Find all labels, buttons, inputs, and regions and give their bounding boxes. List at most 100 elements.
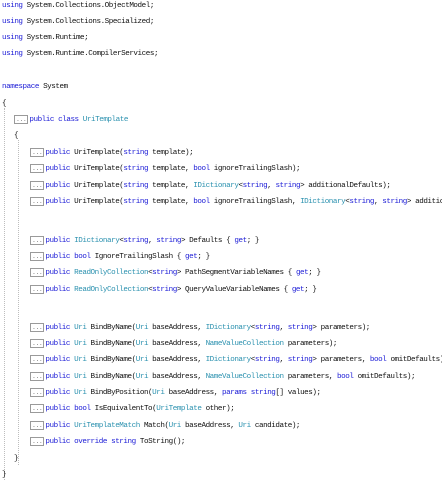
code-line: using System.Runtime; xyxy=(2,33,89,44)
keyword-token: public xyxy=(45,356,71,364)
keyword-token: namespace xyxy=(2,83,39,91)
keyword-token: bool xyxy=(74,253,91,261)
collapse-marker-icon[interactable]: ... xyxy=(30,372,45,381)
code-line: ... public Uri BindByName(Uri baseAddress… xyxy=(30,323,370,334)
code-line: using System.Runtime.CompilerServices; xyxy=(2,49,159,60)
keyword-token: public xyxy=(45,405,71,413)
code-token: UriTemplate( xyxy=(70,198,124,206)
type-token: IDictionary xyxy=(300,198,346,206)
keyword-token: using xyxy=(2,2,23,10)
code-line: ... public UriTemplate(string template, b… xyxy=(30,197,442,208)
collapse-marker-icon[interactable]: ... xyxy=(30,285,45,294)
keyword-token: bool xyxy=(369,356,387,364)
keyword-token: public xyxy=(45,324,71,332)
code-line: ... public ReadOnlyCollection<string> Pat… xyxy=(30,268,321,279)
collapse-marker-icon[interactable]: ... xyxy=(30,164,45,173)
collapse-marker-icon[interactable]: ... xyxy=(14,115,29,124)
keyword-token: get xyxy=(295,269,309,277)
code-line: using System.Collections.Specialized; xyxy=(2,17,154,28)
collapse-marker-icon[interactable]: ... xyxy=(30,236,45,245)
code-line: ... public bool IgnoreTrailingSlash { get… xyxy=(30,252,210,263)
collapse-marker-icon[interactable]: ... xyxy=(30,339,45,348)
code-token: ignoreTrailingSlash, xyxy=(209,198,301,206)
code-line: } xyxy=(2,470,7,480)
keyword-token: string xyxy=(242,182,268,190)
type-token: Uri xyxy=(135,340,149,348)
keyword-token: public xyxy=(45,182,71,190)
collapse-marker-icon[interactable]: ... xyxy=(30,268,45,277)
code-token: System.Collections.Specialized; xyxy=(22,18,155,26)
keyword-token: public xyxy=(45,253,71,261)
type-token: UriTemplate xyxy=(82,116,129,124)
collapse-marker-icon[interactable]: ... xyxy=(30,388,45,397)
type-token: IDictionary xyxy=(205,324,252,332)
code-line: ... public Uri BindByPosition(Uri baseAdd… xyxy=(30,388,321,399)
keyword-token: params xyxy=(222,389,247,397)
indent-guide xyxy=(18,140,19,465)
code-line: ... public IDictionary<string, string> De… xyxy=(30,236,259,247)
code-line: ... public class UriTemplate xyxy=(14,115,128,126)
code-token: > additionalDefaults); xyxy=(300,182,391,190)
keyword-token: public xyxy=(45,438,71,446)
code-token: candidate); xyxy=(250,422,301,430)
collapse-marker-icon[interactable]: ... xyxy=(30,181,45,190)
keyword-token: string xyxy=(254,356,280,364)
code-editor: using System.Collections.ObjectModel; usi… xyxy=(0,0,442,480)
type-token: IDictionary xyxy=(193,182,239,190)
keyword-token: string xyxy=(275,182,301,190)
keyword-token: string xyxy=(287,356,313,364)
code-token: template); xyxy=(148,149,194,157)
code-line: ... public override string ToString(); xyxy=(30,437,185,448)
keyword-token: bool xyxy=(74,405,91,413)
code-line: } xyxy=(14,454,19,465)
type-token: Uri xyxy=(74,389,87,397)
code-token: parameters, xyxy=(283,373,338,381)
type-token: Uri xyxy=(74,356,87,364)
code-line: using System.Collections.ObjectModel; xyxy=(2,1,154,12)
code-token: BindByName( xyxy=(86,356,137,364)
code-token: > Defaults { xyxy=(180,237,235,245)
code-token: baseAddress, xyxy=(180,422,239,430)
keyword-token: public xyxy=(45,340,71,348)
type-token: Uri xyxy=(135,373,149,381)
code-token: UriTemplate( xyxy=(70,149,124,157)
keyword-token: string xyxy=(123,237,149,245)
type-token: Uri xyxy=(135,356,149,364)
code-token: ; } xyxy=(304,286,317,294)
type-token: Uri xyxy=(152,389,165,397)
code-token: BindByName( xyxy=(86,340,137,348)
collapse-marker-icon[interactable]: ... xyxy=(30,355,45,364)
keyword-token: using xyxy=(2,18,23,26)
code-token: ; } xyxy=(197,253,210,261)
keyword-token: string xyxy=(152,286,177,294)
collapse-marker-icon[interactable]: ... xyxy=(30,197,45,206)
code-token: > PathSegmentVariableNames { xyxy=(176,269,296,277)
code-token: ; } xyxy=(246,237,260,245)
keyword-token: public xyxy=(45,286,71,294)
type-token: Uri xyxy=(135,324,149,332)
collapse-marker-icon[interactable]: ... xyxy=(30,421,45,430)
collapse-marker-icon[interactable]: ... xyxy=(30,148,45,157)
collapse-marker-icon[interactable]: ... xyxy=(30,252,45,261)
code-token: template, xyxy=(148,182,194,190)
keyword-token: string xyxy=(349,198,375,206)
keyword-token: string xyxy=(152,269,177,277)
type-token: IDictionary xyxy=(205,356,252,364)
code-token: ; } xyxy=(308,269,321,277)
keyword-token: using xyxy=(2,34,23,42)
keyword-token: public xyxy=(29,116,55,124)
keyword-token: using xyxy=(2,50,23,58)
collapse-marker-icon[interactable]: ... xyxy=(30,323,45,332)
keyword-token: bool xyxy=(193,165,210,173)
code-token: , xyxy=(279,356,288,364)
code-token: System.Runtime; xyxy=(22,34,89,42)
code-token: omitDefaults); xyxy=(353,373,416,381)
keyword-token: string xyxy=(254,324,280,332)
code-line: ... public Uri BindByName(Uri baseAddress… xyxy=(30,339,337,350)
code-token: UriTemplate( xyxy=(70,182,124,190)
collapse-marker-icon[interactable]: ... xyxy=(30,437,45,446)
type-token: ReadOnlyCollection xyxy=(74,286,149,294)
collapse-marker-icon[interactable]: ... xyxy=(30,404,45,413)
code-line: ... public UriTemplate(string template); xyxy=(30,148,194,159)
keyword-token: string xyxy=(250,389,276,397)
